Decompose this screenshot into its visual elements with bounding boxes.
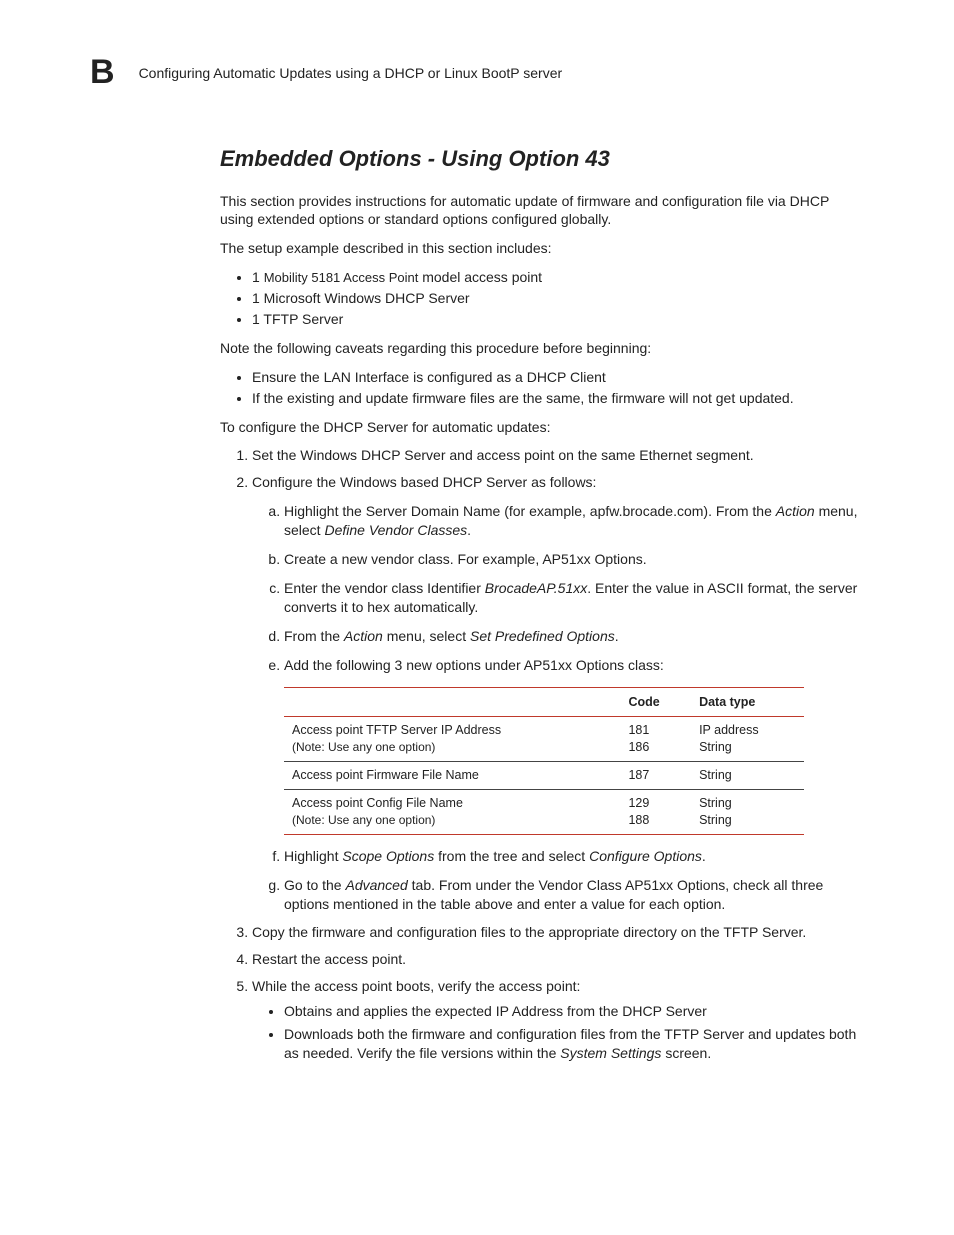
list-item: Go to the Advanced tab. From under the V…	[284, 876, 864, 914]
alpha-list: Highlight the Server Domain Name (for ex…	[252, 502, 864, 913]
setup-line: The setup example described in this sect…	[220, 239, 864, 258]
config-line: To configure the DHCP Server for automat…	[220, 418, 864, 437]
list-item: Create a new vendor class. For example, …	[284, 550, 864, 569]
list-item: 1 Microsoft Windows DHCP Server	[252, 289, 864, 308]
section-heading: Embedded Options - Using Option 43	[90, 144, 864, 174]
list-item: Configure the Windows based DHCP Server …	[252, 473, 864, 913]
page-header: B Configuring Automatic Updates using a …	[90, 50, 864, 96]
list-item: Enter the vendor class Identifier Brocad…	[284, 579, 864, 617]
list-item: 1 Mobility 5181 Access Point model acces…	[252, 268, 864, 287]
table-header	[284, 687, 620, 717]
table-row: Access point Firmware File Name 187 Stri…	[284, 762, 804, 790]
header-title: Configuring Automatic Updates using a DH…	[139, 64, 563, 83]
sub-bullets: Obtains and applies the expected IP Addr…	[252, 1002, 864, 1063]
list-item: Copy the firmware and configuration file…	[252, 923, 864, 942]
list-item: Highlight Scope Options from the tree an…	[284, 847, 864, 866]
list-item: From the Action menu, select Set Predefi…	[284, 627, 864, 646]
options-table: Code Data type Access point TFTP Server …	[284, 687, 804, 835]
list-item: Obtains and applies the expected IP Addr…	[284, 1002, 864, 1021]
section-letter: B	[90, 50, 115, 96]
steps-list: Set the Windows DHCP Server and access p…	[220, 446, 864, 1062]
list-item: 1 TFTP Server	[252, 310, 864, 329]
list-item: If the existing and update firmware file…	[252, 389, 864, 408]
list-item: Set the Windows DHCP Server and access p…	[252, 446, 864, 465]
list-item: Add the following 3 new options under AP…	[284, 656, 864, 835]
list-item: Downloads both the firmware and configur…	[284, 1025, 864, 1063]
intro-paragraph: This section provides instructions for a…	[220, 192, 864, 230]
table-header: Code	[620, 687, 691, 717]
table-row: Access point TFTP Server IP Address (Not…	[284, 717, 804, 762]
table-header: Data type	[691, 687, 804, 717]
list-item: Restart the access point.	[252, 950, 864, 969]
content: This section provides instructions for a…	[90, 192, 864, 1063]
list-item: Ensure the LAN Interface is configured a…	[252, 368, 864, 387]
list-item: Highlight the Server Domain Name (for ex…	[284, 502, 864, 540]
list-item: While the access point boots, verify the…	[252, 977, 864, 1063]
setup-list: 1 Mobility 5181 Access Point model acces…	[220, 268, 864, 329]
table-row: Access point Config File Name (Note: Use…	[284, 790, 804, 835]
caveat-list: Ensure the LAN Interface is configured a…	[220, 368, 864, 408]
caveat-line: Note the following caveats regarding thi…	[220, 339, 864, 358]
